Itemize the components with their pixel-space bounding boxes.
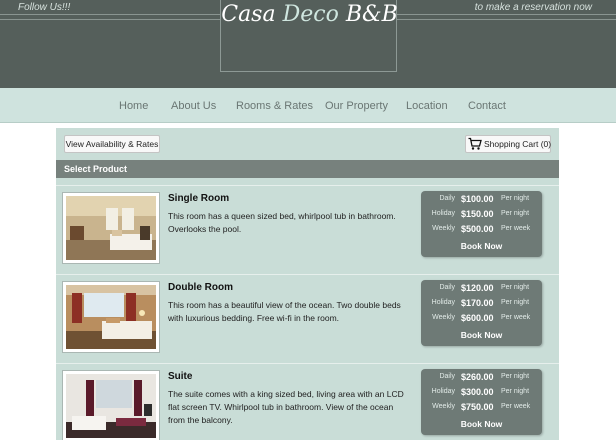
product-item-single-room: Single Room This room has a queen sized …	[56, 185, 559, 271]
product-title: Suite	[168, 371, 193, 382]
rate-row-holiday: Holiday $170.00 Per night	[421, 298, 542, 312]
rate-amount: $100.00	[461, 194, 494, 204]
rate-unit: Per night	[501, 388, 530, 395]
main-nav: Home About Us Rooms & Rates Our Property…	[0, 88, 616, 123]
booking-panel: View Availability & Rates Shopping Cart …	[56, 128, 559, 440]
product-title: Double Room	[168, 282, 233, 293]
rate-row-weekly: Weekly $600.00 Per week	[421, 313, 542, 327]
rate-label: Holiday	[431, 210, 455, 217]
room-photo-image	[66, 196, 156, 260]
rate-amount: $500.00	[461, 224, 494, 234]
rate-label: Daily	[439, 373, 455, 380]
rate-amount: $150.00	[461, 209, 494, 219]
product-title: Single Room	[168, 193, 230, 204]
rate-row-weekly: Weekly $750.00 Per week	[421, 402, 542, 416]
rate-amount: $170.00	[461, 298, 494, 308]
logo-bb: B&B	[345, 2, 398, 27]
logo[interactable]: Casa Deco B&B	[220, 0, 398, 72]
rate-unit: Per week	[501, 225, 531, 232]
shopping-cart-label: Shopping Cart (0)	[484, 139, 552, 149]
shopping-cart-icon	[468, 137, 482, 150]
rate-amount: $120.00	[461, 283, 494, 293]
rate-label: Daily	[439, 284, 455, 291]
nav-item-rooms-rates[interactable]: Rooms & Rates	[236, 100, 313, 112]
price-box: Daily $260.00 Per night Holiday $300.00 …	[421, 369, 542, 435]
rate-amount: $600.00	[461, 313, 494, 323]
rate-row-holiday: Holiday $150.00 Per night	[421, 209, 542, 223]
view-availability-button[interactable]: View Availability & Rates	[64, 135, 160, 153]
rate-label: Weekly	[432, 314, 455, 321]
book-now-button[interactable]: Book Now	[421, 241, 542, 251]
nav-item-our-property[interactable]: Our Property	[325, 100, 388, 112]
room-photo[interactable]	[62, 192, 160, 264]
room-photo[interactable]	[62, 370, 160, 440]
rate-row-weekly: Weekly $500.00 Per week	[421, 224, 542, 238]
room-photo[interactable]	[62, 281, 160, 353]
rate-row-daily: Daily $100.00 Per night	[421, 194, 542, 208]
rate-unit: Per week	[501, 314, 531, 321]
book-now-button[interactable]: Book Now	[421, 330, 542, 340]
nav-item-contact[interactable]: Contact	[468, 100, 506, 112]
rate-amount: $750.00	[461, 402, 494, 412]
rate-unit: Per week	[501, 403, 531, 410]
rate-row-holiday: Holiday $300.00 Per night	[421, 387, 542, 401]
reservation-link[interactable]: to make a reservation now	[475, 2, 592, 13]
rate-row-daily: Daily $260.00 Per night	[421, 372, 542, 386]
rate-unit: Per night	[501, 195, 530, 202]
price-box: Daily $120.00 Per night Holiday $170.00 …	[421, 280, 542, 346]
logo-casa: Casa	[221, 2, 276, 27]
price-box: Daily $100.00 Per night Holiday $150.00 …	[421, 191, 542, 257]
section-title: Select Product	[56, 160, 559, 178]
rate-label: Weekly	[432, 403, 455, 410]
product-item-suite: Suite The suite comes with a king sized …	[56, 363, 559, 440]
rate-label: Holiday	[431, 299, 455, 306]
product-description: This room has a queen sized bed, whirlpo…	[168, 211, 396, 234]
product-description: The suite comes with a king sized bed, l…	[168, 389, 404, 425]
site-header: Follow Us!!! to make a reservation now C…	[0, 0, 616, 88]
logo-text: Casa Deco B&B	[221, 2, 398, 27]
rate-amount: $300.00	[461, 387, 494, 397]
room-photo-image	[66, 374, 156, 438]
book-now-button[interactable]: Book Now	[421, 419, 542, 429]
product-description: This room has a beautiful view of the oc…	[168, 300, 401, 323]
rate-label: Holiday	[431, 388, 455, 395]
logo-deco: Deco	[282, 2, 339, 27]
nav-item-location[interactable]: Location	[406, 100, 448, 112]
room-photo-image	[66, 285, 156, 349]
rate-label: Weekly	[432, 225, 455, 232]
product-item-double-room: Double Room This room has a beautiful vi…	[56, 274, 559, 360]
rate-unit: Per night	[501, 373, 530, 380]
rate-row-daily: Daily $120.00 Per night	[421, 283, 542, 297]
rate-amount: $260.00	[461, 372, 494, 382]
rate-unit: Per night	[501, 284, 530, 291]
follow-us-link[interactable]: Follow Us!!!	[18, 2, 70, 13]
rate-unit: Per night	[501, 299, 530, 306]
nav-item-home[interactable]: Home	[119, 100, 148, 112]
rate-unit: Per night	[501, 210, 530, 217]
rate-label: Daily	[439, 195, 455, 202]
nav-item-about-us[interactable]: About Us	[171, 100, 216, 112]
shopping-cart-button[interactable]: Shopping Cart (0)	[465, 135, 551, 153]
